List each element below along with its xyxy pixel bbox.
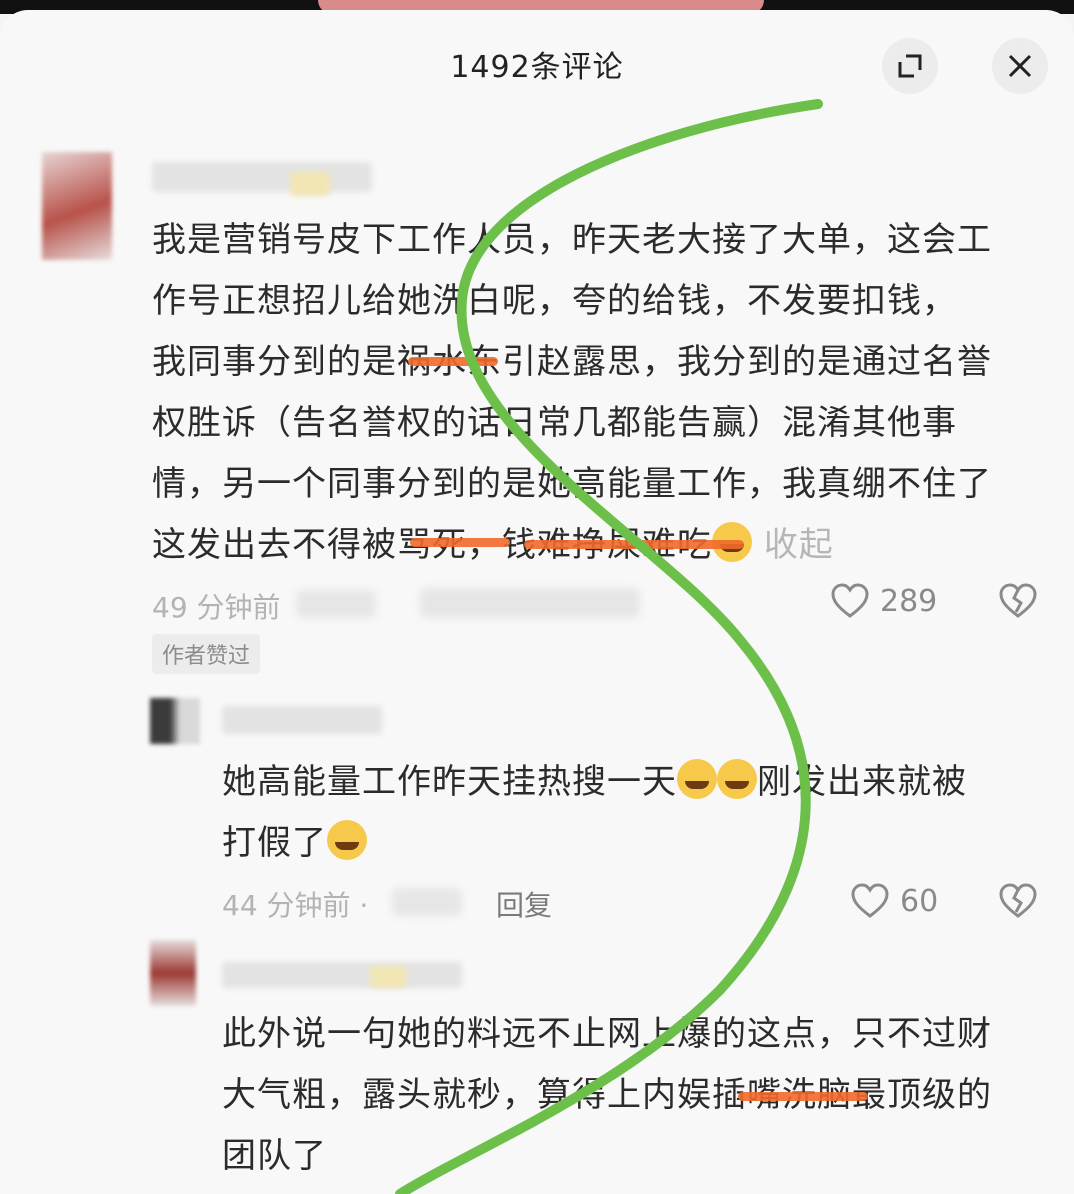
- like-count: 60: [900, 884, 939, 919]
- redaction-scribble: [408, 357, 498, 366]
- author-liked-badge: 作者赞过: [152, 634, 261, 674]
- reply-button[interactable]: 回复: [496, 884, 552, 924]
- crying-emoji-icon: [677, 759, 717, 799]
- close-icon: [1008, 54, 1032, 78]
- comment-line: 我同事分到的是祸水东引赵露思，我分到的是通过名誉: [152, 342, 992, 382]
- comment-text: 我是营销号皮下工作人员，昨天老大接了大单，这会工 作号正想招儿给她洗白呢，夸的给…: [152, 210, 992, 576]
- location-blurred: [296, 590, 376, 618]
- broken-heart-icon[interactable]: [998, 582, 1038, 622]
- comment-line: 权胜诉（告名誉权的话日常几都能告赢）混淆其他事: [152, 403, 957, 443]
- comment-line: 情，另一个同事分到的是她高能量工作，我真绷不住了: [152, 464, 992, 504]
- comment-line: 团队了: [222, 1136, 327, 1176]
- comment-line: 大气粗，露头就秒，算得上内娱插嘴洗脑最顶级的: [222, 1075, 992, 1115]
- redaction-scribble: [410, 538, 510, 547]
- avatar[interactable]: [150, 940, 196, 1006]
- comment-line: 她高能量工作昨天挂热搜一天 刚发出来就被: [222, 752, 967, 813]
- username-blurred[interactable]: [222, 706, 382, 734]
- expand-button[interactable]: [882, 38, 938, 94]
- comment-line: 作号正想招儿给她洗白呢，夸的给钱，不发要扣钱，: [152, 281, 957, 321]
- username-blurred[interactable]: [222, 962, 462, 988]
- comment-line: 此外说一句她的料远不止网上爆的这点，只不过财: [222, 1014, 992, 1054]
- user-badge-blurred: [370, 966, 406, 988]
- crying-emoji-icon: [717, 759, 757, 799]
- location-blurred: [392, 888, 462, 916]
- broken-heart-icon[interactable]: [998, 882, 1038, 922]
- comment-time: 49 分钟前: [152, 591, 281, 624]
- collapse-link[interactable]: 收起: [764, 525, 834, 565]
- avatar[interactable]: [42, 152, 112, 260]
- reply-text: 她高能量工作昨天挂热搜一天 刚发出来就被 打假了: [222, 752, 967, 874]
- close-button[interactable]: [992, 38, 1048, 94]
- crying-emoji-icon: [327, 820, 367, 860]
- avatar[interactable]: [150, 698, 200, 744]
- reply-text: 此外说一句她的料远不止网上爆的这点，只不过财 大气粗，露头就秒，算得上内娱插嘴洗…: [222, 1004, 992, 1187]
- username-blurred[interactable]: [152, 162, 372, 192]
- comment-line: 打假了: [222, 813, 967, 874]
- comment-time: 44 分钟前 ·: [222, 889, 369, 922]
- comment-line: 我是营销号皮下工作人员，昨天老大接了大单，这会工: [152, 220, 992, 260]
- redaction-scribble: [738, 1092, 868, 1101]
- like-count: 289: [880, 584, 938, 619]
- heart-icon[interactable]: [850, 882, 890, 922]
- expand-icon: [898, 54, 922, 78]
- redaction-scribble: [524, 540, 744, 549]
- reply-blurred[interactable]: [420, 588, 640, 618]
- heart-icon[interactable]: [830, 582, 870, 622]
- user-badge-blurred: [290, 172, 330, 196]
